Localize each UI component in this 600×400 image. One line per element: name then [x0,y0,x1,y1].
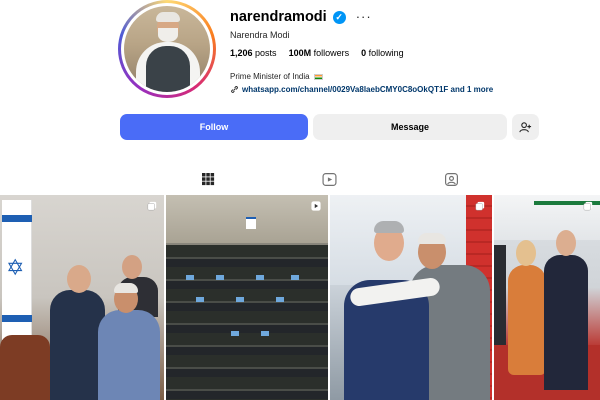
desk-screen [276,297,284,302]
flag-stripe [2,215,32,222]
following-count: 0 [361,48,367,58]
profile-tabs [0,170,600,190]
chair [0,335,50,400]
reels-icon [321,172,337,186]
carousel-icon [147,201,157,211]
profile-stats: 1,206 posts 100M followers 0 following [230,48,404,58]
person-head [516,240,536,266]
posts-stat: 1,206 posts [230,48,277,58]
following-stat[interactable]: 0 following [361,48,404,58]
person-head [122,255,142,279]
username: narendramodi [230,9,327,25]
avatar-vest [146,46,190,92]
username-row: narendramodi ✓ ··· [230,9,372,25]
grid-icon [202,173,215,186]
avatar[interactable] [124,6,210,92]
avatar-beard [158,28,178,42]
person [98,310,160,400]
tab-tagged[interactable] [442,170,460,188]
reel-icon [311,201,321,211]
desk-screen [216,275,224,280]
post-thumbnail[interactable] [330,195,492,400]
verified-badge-icon: ✓ [332,10,346,24]
bio-text: Prime Minister of India [230,72,310,81]
followers-stat[interactable]: 100M followers [289,48,350,58]
person [544,255,588,390]
carousel-icon [475,201,485,211]
tagged-icon [444,172,458,186]
person-head [556,230,576,256]
message-button[interactable]: Message [313,114,507,140]
posts-label: posts [255,48,277,58]
person-hair [374,221,404,233]
india-flag-icon [313,73,323,80]
post-thumbnail[interactable] [166,195,328,400]
desk-screen [231,331,239,336]
follow-button[interactable]: Follow [120,114,308,140]
add-person-icon [519,121,532,132]
link-icon [231,86,238,93]
posts-count: 1,206 [230,48,253,58]
link-text: whatsapp.com/channel/0029Va8laebCMY0C8oO… [242,85,494,94]
desk-screen [196,297,204,302]
story-ring[interactable] [118,0,216,98]
profile-page: narendramodi ✓ ··· Narendra Modi 1,206 p… [0,0,600,400]
flag-stripe [2,315,32,322]
bio: Prime Minister of India [230,72,323,81]
person-hair [114,283,138,293]
person-head [67,265,91,293]
desk-screen [261,331,269,336]
desk-screen [186,275,194,280]
bio-link[interactable]: whatsapp.com/channel/0029Va8laebCMY0C8oO… [230,85,493,94]
following-label: following [368,48,404,58]
desk-screen [291,275,299,280]
suggested-accounts-button[interactable] [512,114,539,140]
desk-screen [256,275,264,280]
flag [246,217,256,229]
tab-posts[interactable] [199,170,217,188]
posts-grid: ✡ [0,195,600,400]
avatar-hair [156,12,180,22]
desk-screen [236,297,244,302]
tab-reels[interactable] [320,170,338,188]
avatar-frame [121,3,213,95]
person-hair [418,233,446,244]
person [508,265,546,375]
full-name: Narendra Modi [230,30,290,40]
carousel-icon [583,201,593,211]
star-of-david-icon: ✡ [6,255,25,280]
followers-count: 100M [288,48,312,58]
person [494,245,506,345]
person [50,290,105,400]
followers-label: followers [313,48,350,58]
parliament-seats [166,245,328,400]
post-thumbnail[interactable]: ✡ [0,195,164,400]
post-thumbnail[interactable] [494,195,600,400]
more-options-icon[interactable]: ··· [356,10,372,23]
